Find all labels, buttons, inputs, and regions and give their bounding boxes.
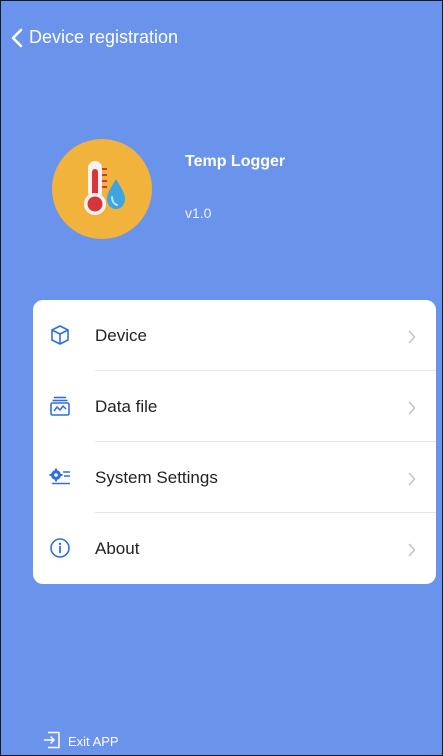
menu-item-system-settings[interactable]: System Settings [33,442,436,513]
exit-app-button[interactable]: Exit APP [43,731,119,752]
app-profile: Temp Logger v1.0 [52,139,392,239]
data-file-icon [49,395,71,417]
settings-gear-icon [49,466,71,488]
back-label: Device registration [29,27,179,47]
chevron-right-icon [408,330,416,349]
menu-item-data-file[interactable]: Data file [33,371,436,442]
menu-item-label: Data file [95,397,158,416]
app-version: v1.0 [185,205,212,221]
menu-card: Device Data file System Settings About [33,300,436,584]
chevron-right-icon [408,401,416,420]
app-screen: Device registration Temp Logger v1.0 Dev… [0,0,443,756]
menu-item-device[interactable]: Device [33,300,436,371]
menu-item-label: About [95,539,140,558]
chevron-left-icon [11,28,23,48]
chevron-right-icon [408,472,416,491]
app-logo [52,139,152,239]
back-button[interactable]: Device registration [11,27,178,48]
cube-icon [49,324,71,346]
exit-icon [43,731,61,752]
exit-label: Exit APP [68,734,119,749]
chevron-right-icon [408,543,416,562]
menu-item-about[interactable]: About [33,513,436,584]
info-icon [49,537,71,559]
menu-item-label: Device [95,326,147,345]
menu-item-label: System Settings [95,468,218,487]
top-bar: Device registration [1,1,442,79]
app-name: Temp Logger [185,153,286,170]
thermometer-droplet-icon [84,161,125,215]
